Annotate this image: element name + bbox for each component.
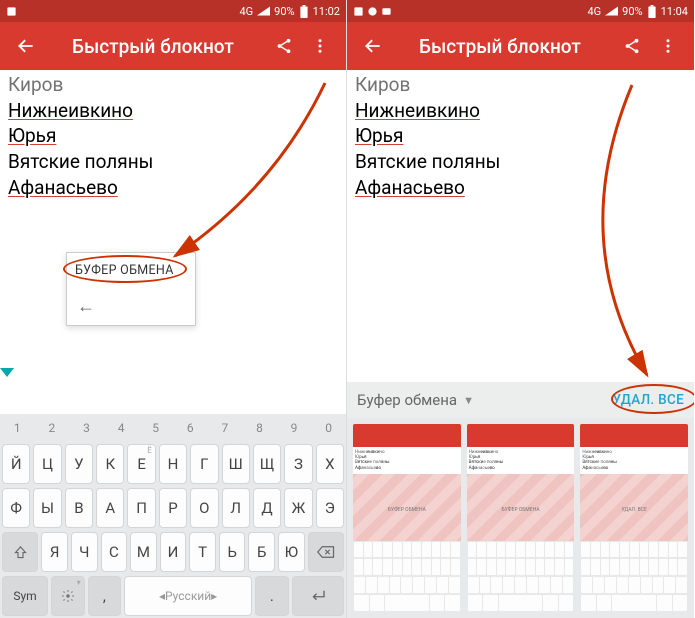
clipboard-title: Буфер обмена [357, 391, 457, 409]
key[interactable]: А [96, 488, 124, 528]
key[interactable]: Ч [71, 532, 98, 572]
menu-button[interactable] [650, 28, 686, 64]
clipboard-item[interactable]: НижнеивкиноЮрьяВятские поляныАфанасьево … [467, 424, 575, 612]
battery-pct: 90% [622, 5, 642, 18]
back-button[interactable] [355, 28, 391, 64]
symbols-key[interactable]: Sym [2, 576, 48, 616]
signal-icon [257, 6, 270, 16]
note-line: Афанасьево [8, 176, 118, 199]
key[interactable]: Ы [33, 488, 61, 528]
keyboard-row-1: ЙЦУКЕЁНГШЩЗХ [0, 442, 346, 486]
clipboard-panel: Буфер обмена ▼ УДАЛ. ВСЕ НижнеивкиноЮрья… [347, 382, 694, 618]
enter-key[interactable] [292, 576, 344, 616]
key[interactable]: К [96, 444, 124, 484]
key[interactable]: П [127, 488, 155, 528]
keyboard-row-4: Sym ▾ , ◂ Русский ▸ . [0, 574, 346, 618]
key[interactable]: О [190, 488, 218, 528]
status-bar: 4G 90% 11:02 [0, 0, 346, 22]
key[interactable]: Р [159, 488, 187, 528]
text-cursor-handle[interactable] [0, 368, 14, 377]
app-title: Быстрый блокнот [72, 35, 266, 58]
key[interactable]: У [65, 444, 93, 484]
key[interactable]: Т [189, 532, 216, 572]
note-content[interactable]: Киров Нижнеивкино Юрья Вятские поляны Аф… [0, 70, 346, 202]
keyboard-row-2: ФЫВАПРОЛДЖЭ [0, 486, 346, 530]
note-line: Юрья [355, 124, 403, 147]
key[interactable]: Й [2, 444, 30, 484]
period-key[interactable]: . [255, 576, 289, 616]
back-button[interactable] [8, 28, 44, 64]
screenshot-right: 4G 90% 11:04 Быстрый блокнот Киров Нижне… [347, 0, 694, 618]
network-4g: 4G [587, 5, 601, 18]
key[interactable]: Г [190, 444, 218, 484]
clipboard-item[interactable]: НижнеивкиноЮрьяВятские поляныАфанасьево … [353, 424, 461, 612]
status-bar: 4G 90% 11:04 [347, 0, 694, 22]
network-4g: 4G [239, 5, 253, 18]
note-content[interactable]: Киров Нижнеивкино Юрья Вятские поляны Аф… [347, 70, 694, 202]
key[interactable]: Ц [33, 444, 61, 484]
signal-icon [605, 6, 618, 16]
settings-key[interactable]: ▾ [51, 576, 85, 616]
key[interactable]: Б [248, 532, 275, 572]
key[interactable]: З [284, 444, 312, 484]
note-line: Афанасьево [355, 176, 465, 199]
popup-back-button[interactable]: ← [67, 288, 195, 325]
share-button[interactable] [614, 28, 650, 64]
key[interactable]: Ь [219, 532, 246, 572]
popup-clipboard-option[interactable]: БУФЕР ОБМЕНА [67, 253, 195, 288]
menu-button[interactable] [302, 28, 338, 64]
key[interactable]: Ш [222, 444, 250, 484]
status-left-icons [6, 6, 17, 17]
key[interactable]: С [101, 532, 128, 572]
clipboard-item[interactable]: НижнеивкиноЮрьяВятские поляныАфанасьево … [580, 424, 688, 612]
key[interactable]: Н [159, 444, 187, 484]
key[interactable]: Д [253, 488, 281, 528]
note-line: Киров [355, 73, 410, 96]
key[interactable]: Л [222, 488, 250, 528]
note-line: Юрья [8, 124, 56, 147]
key[interactable]: И [160, 532, 187, 572]
key[interactable]: Щ [253, 444, 281, 484]
battery-icon [299, 5, 309, 18]
note-line: Киров [8, 73, 63, 96]
num-hint: 1 [0, 414, 35, 442]
battery-icon [647, 5, 657, 18]
keyboard: 1234567890 ЙЦУКЕЁНГШЩЗХ ФЫВАПРОЛДЖЭ ЯЧСМ… [0, 414, 346, 618]
app-bar: Быстрый блокнот [0, 22, 346, 70]
key[interactable]: М [130, 532, 157, 572]
app-title: Быстрый блокнот [419, 35, 614, 58]
keyboard-number-row: 1234567890 [0, 414, 346, 442]
keyboard-row-3: ЯЧСМИТЬБЮ [0, 530, 346, 574]
clipboard-popup: БУФЕР ОБМЕНА ← [66, 252, 196, 326]
backspace-key[interactable] [308, 532, 344, 572]
key[interactable]: Э [316, 488, 344, 528]
screenshot-left: 4G 90% 11:02 Быстрый блокнот Киров Нижне… [0, 0, 347, 618]
key[interactable]: Я [41, 532, 68, 572]
clock: 11:02 [313, 5, 340, 18]
note-line: Нижнеивкино [8, 99, 133, 122]
note-line: Нижнеивкино [355, 99, 480, 122]
chevron-down-icon[interactable]: ▼ [463, 394, 474, 407]
status-left-icons [353, 6, 392, 17]
battery-pct: 90% [274, 5, 294, 18]
key[interactable]: ЕЁ [127, 444, 155, 484]
comma-key[interactable]: , [88, 576, 122, 616]
key[interactable]: Х [316, 444, 344, 484]
key[interactable]: Ф [2, 488, 30, 528]
note-line: Вятские поляны [355, 150, 500, 173]
key[interactable]: В [65, 488, 93, 528]
clipboard-items: НижнеивкиноЮрьяВятские поляныАфанасьево … [347, 418, 694, 618]
shift-key[interactable] [2, 532, 38, 572]
space-key[interactable]: ◂ Русский ▸ [124, 576, 252, 616]
clipboard-header: Буфер обмена ▼ УДАЛ. ВСЕ [347, 382, 694, 418]
delete-all-button[interactable]: УДАЛ. ВСЕ [612, 392, 684, 408]
clock: 11:04 [661, 5, 688, 18]
share-button[interactable] [266, 28, 302, 64]
app-bar: Быстрый блокнот [347, 22, 694, 70]
key[interactable]: Ж [284, 488, 312, 528]
key[interactable]: Ю [278, 532, 305, 572]
note-line: Вятские поляны [8, 150, 153, 173]
